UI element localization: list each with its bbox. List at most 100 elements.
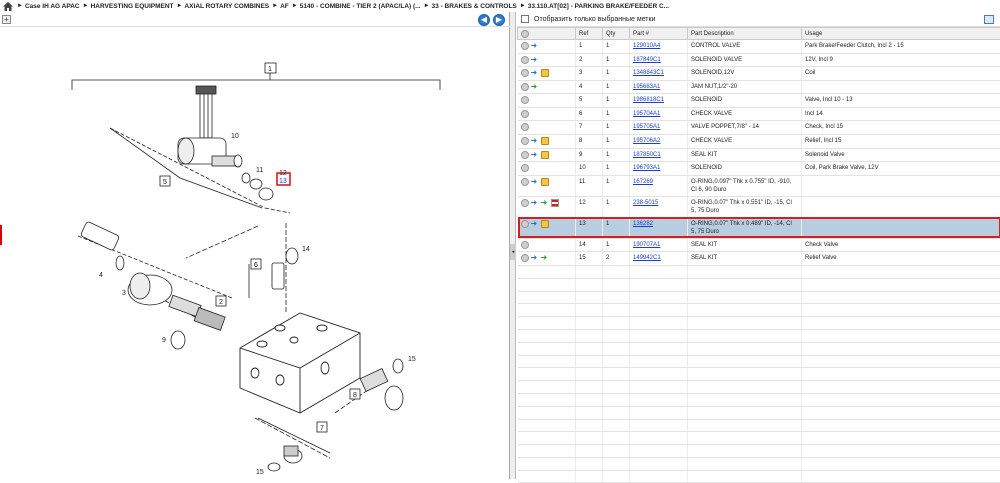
green-arrow-icon[interactable]: ➜: [541, 199, 549, 207]
callout-14[interactable]: 14: [302, 246, 310, 253]
part-number-link[interactable]: 195705A1: [633, 124, 660, 130]
part-number-link[interactable]: 238-5015: [633, 200, 658, 206]
select-row-icon[interactable]: [521, 83, 529, 91]
breadcrumb-item[interactable]: 5140 - COMBINE - TIER 2 (APAC/LA) (...: [300, 3, 421, 10]
breadcrumb-item[interactable]: AF: [280, 3, 289, 10]
select-row-icon[interactable]: [521, 164, 529, 172]
part-number-link[interactable]: 149942C1: [633, 255, 661, 261]
arrow-icon[interactable]: ➜: [531, 137, 539, 145]
callout-3[interactable]: 3: [122, 290, 126, 297]
callout-4[interactable]: 4: [99, 272, 103, 279]
package-icon[interactable]: [541, 137, 549, 145]
callout-8[interactable]: 8: [353, 392, 357, 399]
callout-9[interactable]: 9: [162, 337, 166, 344]
callout-15[interactable]: 15: [256, 469, 264, 476]
select-row-icon[interactable]: [521, 42, 529, 50]
callout-11[interactable]: 11: [256, 167, 263, 174]
breadcrumb-item[interactable]: AXIAL ROTARY COMBINES: [184, 3, 269, 10]
callout-15[interactable]: 15: [408, 356, 416, 363]
pane-splitter[interactable]: ◂: [510, 12, 516, 479]
part-number-link[interactable]: 195704A1: [633, 111, 660, 117]
breadcrumb-item[interactable]: Case IH AG APAC: [25, 3, 80, 10]
column-description[interactable]: Part Description: [688, 28, 802, 40]
breadcrumb-item[interactable]: 33.110.AT[02] - PARKING BRAKE/FEEDER C..…: [528, 3, 669, 10]
previous-arrow-icon[interactable]: ◀: [478, 14, 490, 26]
select-row-icon[interactable]: [521, 110, 529, 118]
arrow-icon[interactable]: ➜: [531, 56, 539, 64]
table-row[interactable]: ➜11129010A4CONTROL VALVEPark Brake/Feede…: [518, 40, 1000, 54]
zoom-in-icon[interactable]: +: [2, 15, 11, 24]
package-icon[interactable]: [541, 69, 549, 77]
part-number-link[interactable]: 196793A1: [633, 165, 660, 171]
arrow-icon[interactable]: ➜: [531, 69, 539, 77]
select-row-icon[interactable]: [521, 69, 529, 77]
part-number-link[interactable]: 190707A1: [633, 242, 660, 248]
green-arrow-icon[interactable]: ➜: [531, 83, 539, 91]
table-row[interactable]: ➜131136282O-RING,0.07" Thk x 0.489" ID, …: [518, 217, 1000, 238]
select-row-icon[interactable]: [521, 220, 529, 228]
arrow-icon[interactable]: ➜: [531, 254, 539, 262]
package-icon[interactable]: [541, 151, 549, 159]
table-row[interactable]: 71195705A1VALVE POPPET,7/8" - 14Check, I…: [518, 121, 1000, 135]
home-icon[interactable]: [3, 2, 13, 11]
column-ref[interactable]: Ref: [576, 28, 603, 40]
table-row[interactable]: ➜111167269O-RING,0.097" Thk x 0.755" ID,…: [518, 175, 1000, 196]
select-row-icon[interactable]: [521, 123, 529, 131]
arrow-icon[interactable]: ➜: [531, 220, 539, 228]
table-row[interactable]: 61195704A1CHECK VALVEIncl 14: [518, 107, 1000, 121]
green-arrow-icon[interactable]: ➜: [541, 254, 549, 262]
table-row[interactable]: 141190707A1SEAL KITCheck Valve: [518, 238, 1000, 252]
arrow-icon[interactable]: ➜: [531, 151, 539, 159]
part-number-link[interactable]: 187849C1: [633, 57, 661, 63]
select-row-icon[interactable]: [521, 137, 529, 145]
part-number-link[interactable]: 187850C1: [633, 152, 661, 158]
callout-1[interactable]: 1: [268, 66, 272, 73]
part-number-link[interactable]: 136282: [633, 221, 653, 227]
callout-10[interactable]: 10: [231, 133, 239, 140]
column-qty[interactable]: Qty: [603, 28, 630, 40]
splitter-grip-icon[interactable]: ◂: [510, 244, 516, 260]
callout-2[interactable]: 2: [219, 299, 223, 306]
table-row[interactable]: 511986818C1SOLENOIDValve, Incl 10 - 13: [518, 94, 1000, 108]
table-row[interactable]: ➜➜121238-5015O-RING,0.07" Thk x 0.551" I…: [518, 196, 1000, 217]
select-row-icon[interactable]: [521, 56, 529, 64]
select-row-icon[interactable]: [521, 96, 529, 104]
select-row-icon[interactable]: [521, 178, 529, 186]
table-row[interactable]: 101196793A1SOLENOIDCoil, Park Brake Valv…: [518, 162, 1000, 176]
part-number-link[interactable]: 1986818C1: [633, 97, 664, 103]
callout-6[interactable]: 6: [254, 262, 258, 269]
callout-13[interactable]: 13: [279, 178, 287, 185]
column-part-number[interactable]: Part #: [630, 28, 688, 40]
package-icon[interactable]: [541, 178, 549, 186]
part-number-link[interactable]: 195683A1: [633, 84, 660, 90]
next-arrow-icon[interactable]: ▶: [493, 14, 505, 26]
select-row-icon[interactable]: [521, 199, 529, 207]
arrow-icon[interactable]: ➜: [531, 178, 539, 186]
table-row[interactable]: ➜311348843C1SOLENOID,12VCoil: [518, 67, 1000, 81]
table-view-icon[interactable]: [984, 15, 994, 24]
breadcrumb-item[interactable]: 33 - BRAKES & CONTROLS: [432, 3, 517, 10]
table-row[interactable]: ➜91187850C1SEAL KITSolenoid Valve: [518, 148, 1000, 162]
select-row-icon[interactable]: [521, 151, 529, 159]
part-number-link[interactable]: 1348843C1: [633, 70, 664, 76]
breadcrumb-item[interactable]: HARVESTING EQUIPMENT: [91, 3, 174, 10]
part-number-link[interactable]: 167269: [633, 179, 653, 185]
table-row[interactable]: ➜41195683A1JAM NUT,1/2"-20: [518, 80, 1000, 94]
table-row[interactable]: ➜21187849C1SOLENOID VALVE12V, Incl 9: [518, 53, 1000, 67]
select-all-icon[interactable]: [518, 28, 576, 40]
arrow-icon[interactable]: ➜: [531, 42, 539, 50]
ref-cell: 14: [576, 238, 603, 252]
package-icon[interactable]: [541, 220, 549, 228]
select-row-icon[interactable]: [521, 241, 529, 249]
part-number-link[interactable]: 195706A2: [633, 138, 660, 144]
callout-5[interactable]: 5: [163, 179, 167, 186]
table-row[interactable]: ➜81195706A2CHECK VALVERelief, Incl 15: [518, 135, 1000, 149]
column-usage[interactable]: Usage: [802, 28, 1000, 40]
callout-7[interactable]: 7: [320, 425, 324, 432]
table-row[interactable]: ➜➜152149942C1SEAL KITRelief Valve: [518, 252, 1000, 266]
arrow-icon[interactable]: ➜: [531, 199, 539, 207]
callout-12[interactable]: 12: [279, 170, 287, 177]
part-number-link[interactable]: 129010A4: [633, 43, 660, 49]
show-selected-checkbox[interactable]: [521, 15, 529, 23]
select-row-icon[interactable]: [521, 254, 529, 262]
